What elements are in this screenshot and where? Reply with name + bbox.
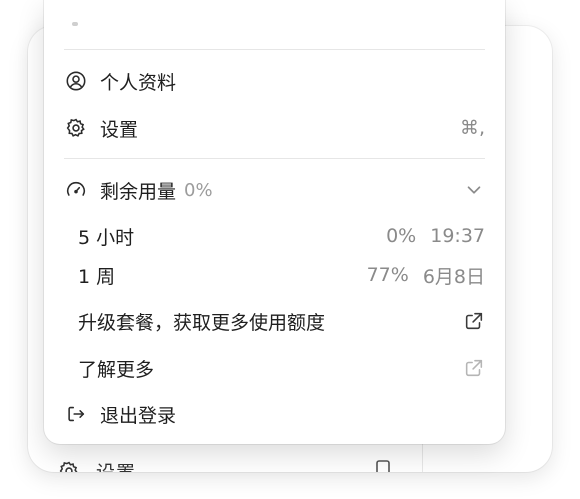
gear-icon [64, 116, 88, 140]
external-link-icon [465, 312, 483, 330]
settings-shortcut: ⌘, [459, 117, 485, 139]
gauge-icon [64, 178, 88, 202]
external-link-icon [465, 359, 483, 377]
usage-item-label: 1 周 [78, 265, 116, 288]
background-settings-label: 设置 [96, 458, 136, 473]
usage-item-label: 5 小时 [78, 226, 135, 249]
scroll-remnant [72, 22, 78, 26]
logout-label: 退出登录 [100, 404, 177, 427]
usage-label: 剩余用量 [100, 180, 177, 203]
chevron-down-icon [467, 186, 481, 194]
menu-item-profile[interactable]: 个人资料 [64, 63, 485, 99]
usage-item-1w: 1 周 77% 6月8日 [64, 257, 485, 293]
user-circle-icon [64, 69, 88, 93]
usage-item-reset: 19:37 [430, 225, 485, 247]
account-menu: 个人资料 设置 ⌘, 剩余用量 0% 5 小时 0% 19:37 1 周 77%… [44, 0, 505, 444]
menu-separator [64, 158, 485, 159]
learn-more-label: 了解更多 [78, 358, 155, 381]
profile-label: 个人资料 [100, 71, 177, 94]
usage-item-5h: 5 小时 0% 19:37 [64, 218, 485, 254]
usage-item-values: 0% 19:37 [386, 225, 485, 247]
usage-item-percent: 77% [366, 264, 409, 286]
logout-icon [64, 402, 88, 426]
device-icon[interactable] [374, 458, 392, 472]
upgrade-label: 升级套餐，获取更多使用额度 [78, 311, 326, 334]
usage-item-values: 77% 6月8日 [367, 262, 485, 289]
usage-item-percent: 0% [386, 225, 417, 247]
menu-item-settings[interactable]: 设置 ⌘, [64, 110, 485, 146]
settings-label: 设置 [100, 118, 139, 141]
gear-icon [58, 460, 80, 472]
usage-toggle[interactable] [463, 179, 485, 201]
background-settings-item[interactable]: 设置 [58, 456, 136, 472]
usage-percent: 0% [184, 179, 213, 201]
menu-item-upgrade[interactable]: 升级套餐，获取更多使用额度 [64, 303, 485, 339]
menu-item-learn-more[interactable]: 了解更多 [64, 350, 485, 386]
menu-separator [64, 49, 485, 50]
usage-item-reset: 6月8日 [422, 265, 485, 288]
menu-item-usage[interactable]: 剩余用量 0% [64, 172, 485, 208]
menu-item-logout[interactable]: 退出登录 [64, 396, 485, 432]
screen: 设置 个人资料 [0, 0, 580, 499]
